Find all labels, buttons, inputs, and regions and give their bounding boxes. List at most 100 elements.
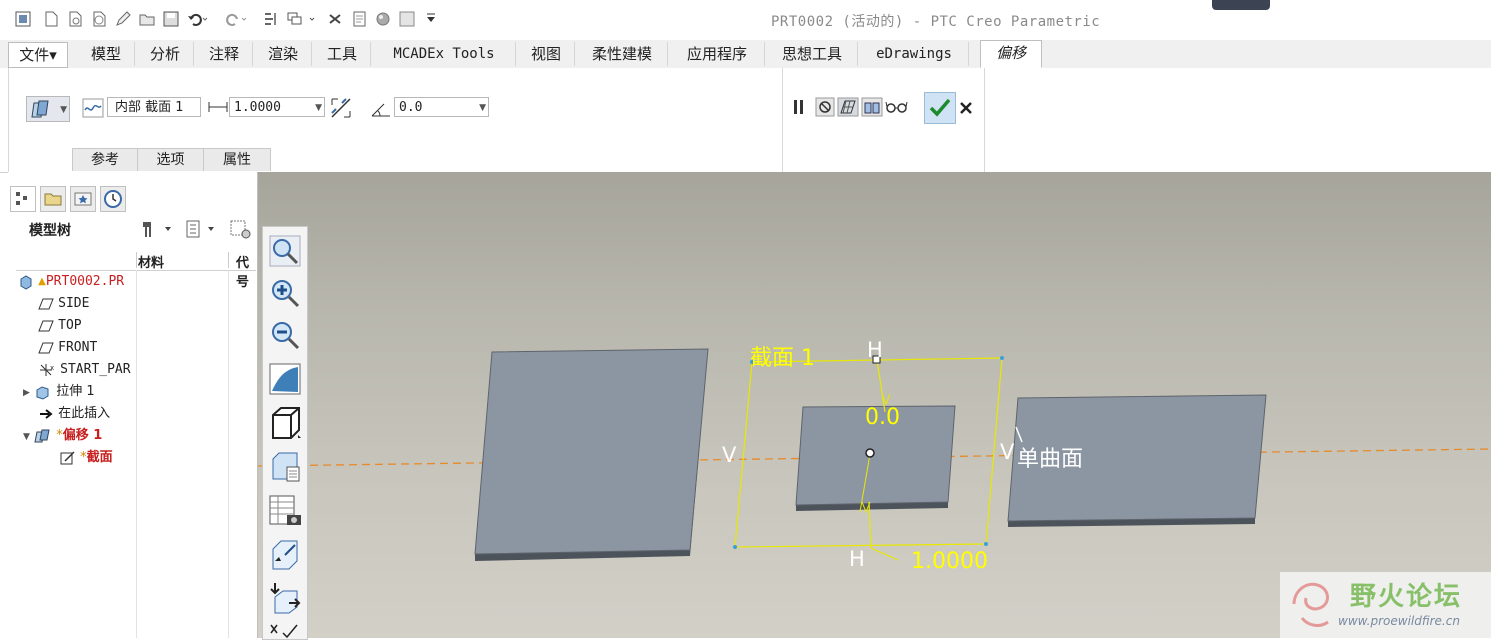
chevron-down-icon: ▼ <box>315 103 322 113</box>
show-list-icon[interactable] <box>184 218 220 240</box>
tab-offset[interactable]: 偏移 <box>980 40 1042 68</box>
tree-item-top[interactable]: TOP <box>38 316 82 336</box>
saved-orientations-icon[interactable] <box>267 449 303 487</box>
tree-item-start-part[interactable]: x START_PAR <box>38 360 131 380</box>
subtab-properties[interactable]: 属性 <box>203 148 271 171</box>
model-tree-tab[interactable] <box>10 186 36 212</box>
open-recent-icon[interactable] <box>90 10 108 28</box>
display-style-icon[interactable] <box>267 405 303 443</box>
zoom-in-icon[interactable] <box>267 275 303 313</box>
view-manager-icon[interactable] <box>267 493 303 531</box>
windows-icon[interactable] <box>286 10 318 28</box>
tab-view[interactable]: 视图 <box>518 42 575 66</box>
forum-watermark: 野火论坛 www.proewildfire.cn <box>1280 572 1491 638</box>
tree-item-offset[interactable]: ▼ *偏移 1 <box>23 426 102 446</box>
tree-item-extrude[interactable]: ▶ 拉伸 1 <box>23 382 95 402</box>
app-menu-icon[interactable] <box>14 10 32 28</box>
tree-item-insert-here[interactable]: 在此插入 <box>38 404 110 424</box>
history-tab[interactable] <box>100 186 126 212</box>
sketch-reference-field[interactable]: 内部 截面 1 <box>107 97 201 117</box>
tab-mcadex-tools[interactable]: MCADEx Tools <box>373 42 516 66</box>
column-settings-icon[interactable] <box>228 218 254 240</box>
new-file-icon[interactable] <box>42 10 60 28</box>
close-window-icon[interactable] <box>326 10 344 28</box>
graphics-viewport[interactable]: 截面 1 H 0.0 V V 单曲面 H 1.0000 <box>258 172 1491 638</box>
redo-icon[interactable] <box>224 10 247 28</box>
favorites-tab[interactable] <box>70 186 96 212</box>
v-constraint-left[interactable]: V <box>722 443 736 467</box>
preview-mesh-icon[interactable] <box>837 97 859 117</box>
offset-dimension[interactable]: 1.0000 <box>911 549 988 574</box>
angle-dimension[interactable]: 0.0 <box>865 405 900 430</box>
refit-icon[interactable] <box>267 233 303 271</box>
window-handle[interactable] <box>1212 0 1270 10</box>
tab-mind-tools[interactable]: 思想工具 <box>767 42 858 66</box>
column-material[interactable]: 材料 <box>138 252 164 271</box>
tab-analysis[interactable]: 分析 <box>137 42 194 66</box>
column-code[interactable]: 代号 <box>236 252 256 290</box>
no-preview-icon[interactable] <box>815 97 835 117</box>
confirm-button[interactable] <box>924 92 956 124</box>
h-constraint-top[interactable]: H <box>867 338 883 362</box>
tree-item-front[interactable]: FRONT <box>38 338 97 358</box>
sketch-curve-icon[interactable] <box>82 98 104 118</box>
datum-plane-icon <box>38 320 54 331</box>
folder-browser-tab[interactable] <box>40 186 66 212</box>
section-view-icon[interactable] <box>267 535 303 573</box>
tab-file[interactable]: 文件▾ <box>8 42 68 68</box>
subtab-options[interactable]: 选项 <box>137 148 204 171</box>
annotation-display-icon[interactable] <box>267 621 303 639</box>
datum-plane-icon <box>38 342 54 353</box>
expand-arrow-icon[interactable]: ▶ <box>23 388 30 398</box>
collapse-arrow-icon[interactable]: ▼ <box>23 432 30 442</box>
tree-item-section[interactable]: *截面 <box>60 448 113 468</box>
forum-logo <box>1292 582 1329 627</box>
angle-input[interactable]: 0.0 ▼ <box>394 97 489 117</box>
subtab-references[interactable]: 参考 <box>72 148 138 171</box>
tab-edrawings[interactable]: eDrawings <box>860 42 969 66</box>
datum-display-icon[interactable] <box>267 579 303 617</box>
angle-value: 0.0 <box>399 100 423 115</box>
cancel-button[interactable] <box>958 100 974 116</box>
part-icon <box>20 274 32 290</box>
settings-tools-icon[interactable] <box>139 218 175 240</box>
tree-item-side[interactable]: SIDE <box>38 294 89 314</box>
tree-column-header: 材料 代号 <box>16 250 256 290</box>
tab-tools[interactable]: 工具 <box>314 42 371 66</box>
folder-icon[interactable] <box>138 10 156 28</box>
angle-icon <box>371 103 390 117</box>
offset-distance-input[interactable]: 1.0000 ▼ <box>229 97 325 117</box>
tree-icon <box>16 192 27 205</box>
tree-item-root[interactable]: ▲PRT0002.PR <box>18 272 124 292</box>
regenerate-icon[interactable] <box>262 10 280 28</box>
customize-dropdown-icon[interactable] <box>424 10 438 28</box>
flip-direction-icon[interactable] <box>329 96 353 120</box>
tab-model[interactable]: 模型 <box>78 42 135 66</box>
tab-annotate[interactable]: 注释 <box>196 42 253 66</box>
offset-type-selector[interactable]: ▼ <box>26 96 70 122</box>
checkmark-icon <box>929 98 951 117</box>
left-plate <box>474 348 709 561</box>
tab-render[interactable]: 渲染 <box>255 42 312 66</box>
zoom-out-icon[interactable] <box>267 317 303 355</box>
glasses-icon[interactable] <box>885 99 909 115</box>
view-toolbar <box>262 226 308 640</box>
edit-icon[interactable] <box>114 10 132 28</box>
v-constraint-right[interactable]: V <box>1000 440 1014 464</box>
verify-preview-icon[interactable] <box>861 97 883 117</box>
distance-icon <box>208 102 228 112</box>
open-file-icon[interactable] <box>66 10 84 28</box>
section-label[interactable]: 截面 1 <box>750 340 815 372</box>
ribbon-panel: ▼ 内部 截面 1 1.0000 ▼ 0.0 ▼ 参考 选项 属性 <box>0 68 1491 173</box>
save-copy-icon[interactable] <box>398 10 416 28</box>
tab-applications[interactable]: 应用程序 <box>670 42 765 66</box>
tab-flexible-modeling[interactable]: 柔性建模 <box>577 42 668 66</box>
repaint-icon[interactable] <box>267 361 303 399</box>
undo-icon[interactable] <box>186 10 208 28</box>
save-icon[interactable] <box>162 10 180 28</box>
surface-label[interactable]: 单曲面 <box>1017 441 1083 473</box>
sphere-icon[interactable] <box>374 10 392 28</box>
document-icon[interactable] <box>350 10 368 28</box>
pause-icon[interactable] <box>791 98 807 116</box>
h-constraint-bottom[interactable]: H <box>849 547 865 571</box>
